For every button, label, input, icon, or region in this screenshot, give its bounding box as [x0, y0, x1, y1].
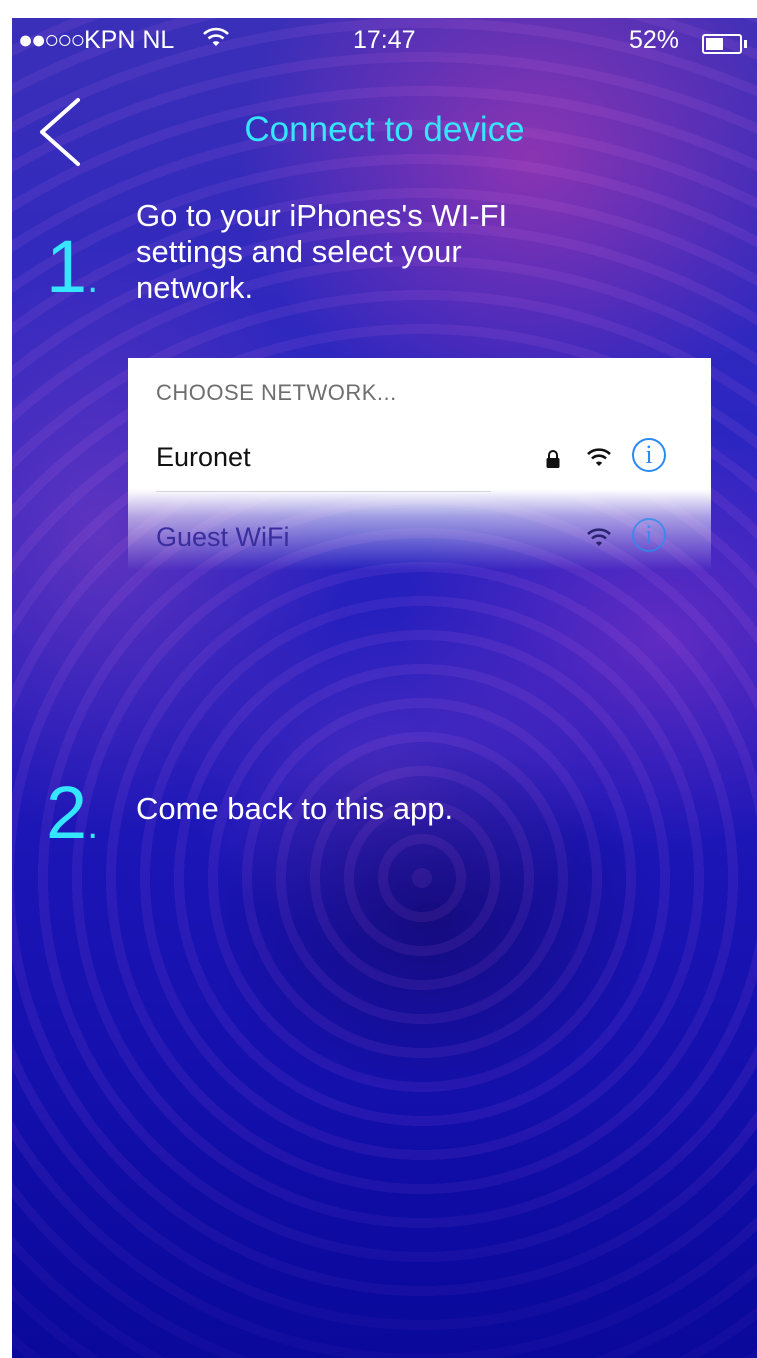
choose-network-header: CHOOSE NETWORK... [156, 380, 397, 405]
step-2-number: 2. [46, 771, 99, 854]
divider [156, 491, 491, 492]
network-name: Guest WiFi [156, 522, 290, 552]
wifi-icon [587, 528, 611, 546]
network-row-guest-wifi[interactable]: Guest WiFi i [128, 508, 711, 570]
network-name: Euronet [156, 442, 251, 472]
step-2-text: Come back to this app. [136, 791, 454, 826]
lock-icon [546, 450, 560, 468]
screen: ●●○○○ KPN NL 17:47 52% Connect to device… [12, 18, 757, 1358]
network-row-euronet[interactable]: Euronet i [128, 428, 711, 490]
battery-icon [702, 34, 747, 54]
signal-strength: ●●○○○ [18, 26, 86, 54]
step-1-text: Go to your iPhones's WI-FI settings and … [136, 198, 508, 305]
page-title: Connect to device [244, 110, 525, 149]
network-list-preview: CHOOSE NETWORK... Euronet i Guest WiFi i [128, 358, 711, 570]
battery-percent: 52% [629, 26, 680, 54]
clock: 17:47 [353, 26, 416, 54]
status-bar: ●●○○○ KPN NL 17:47 52% [12, 18, 757, 64]
info-button[interactable]: i [632, 518, 666, 552]
info-button[interactable]: i [632, 438, 666, 472]
wifi-icon [587, 448, 611, 466]
carrier-name: KPN NL [84, 26, 175, 54]
wifi-status-icon [202, 26, 230, 55]
step-1-number: 1. [46, 225, 99, 308]
